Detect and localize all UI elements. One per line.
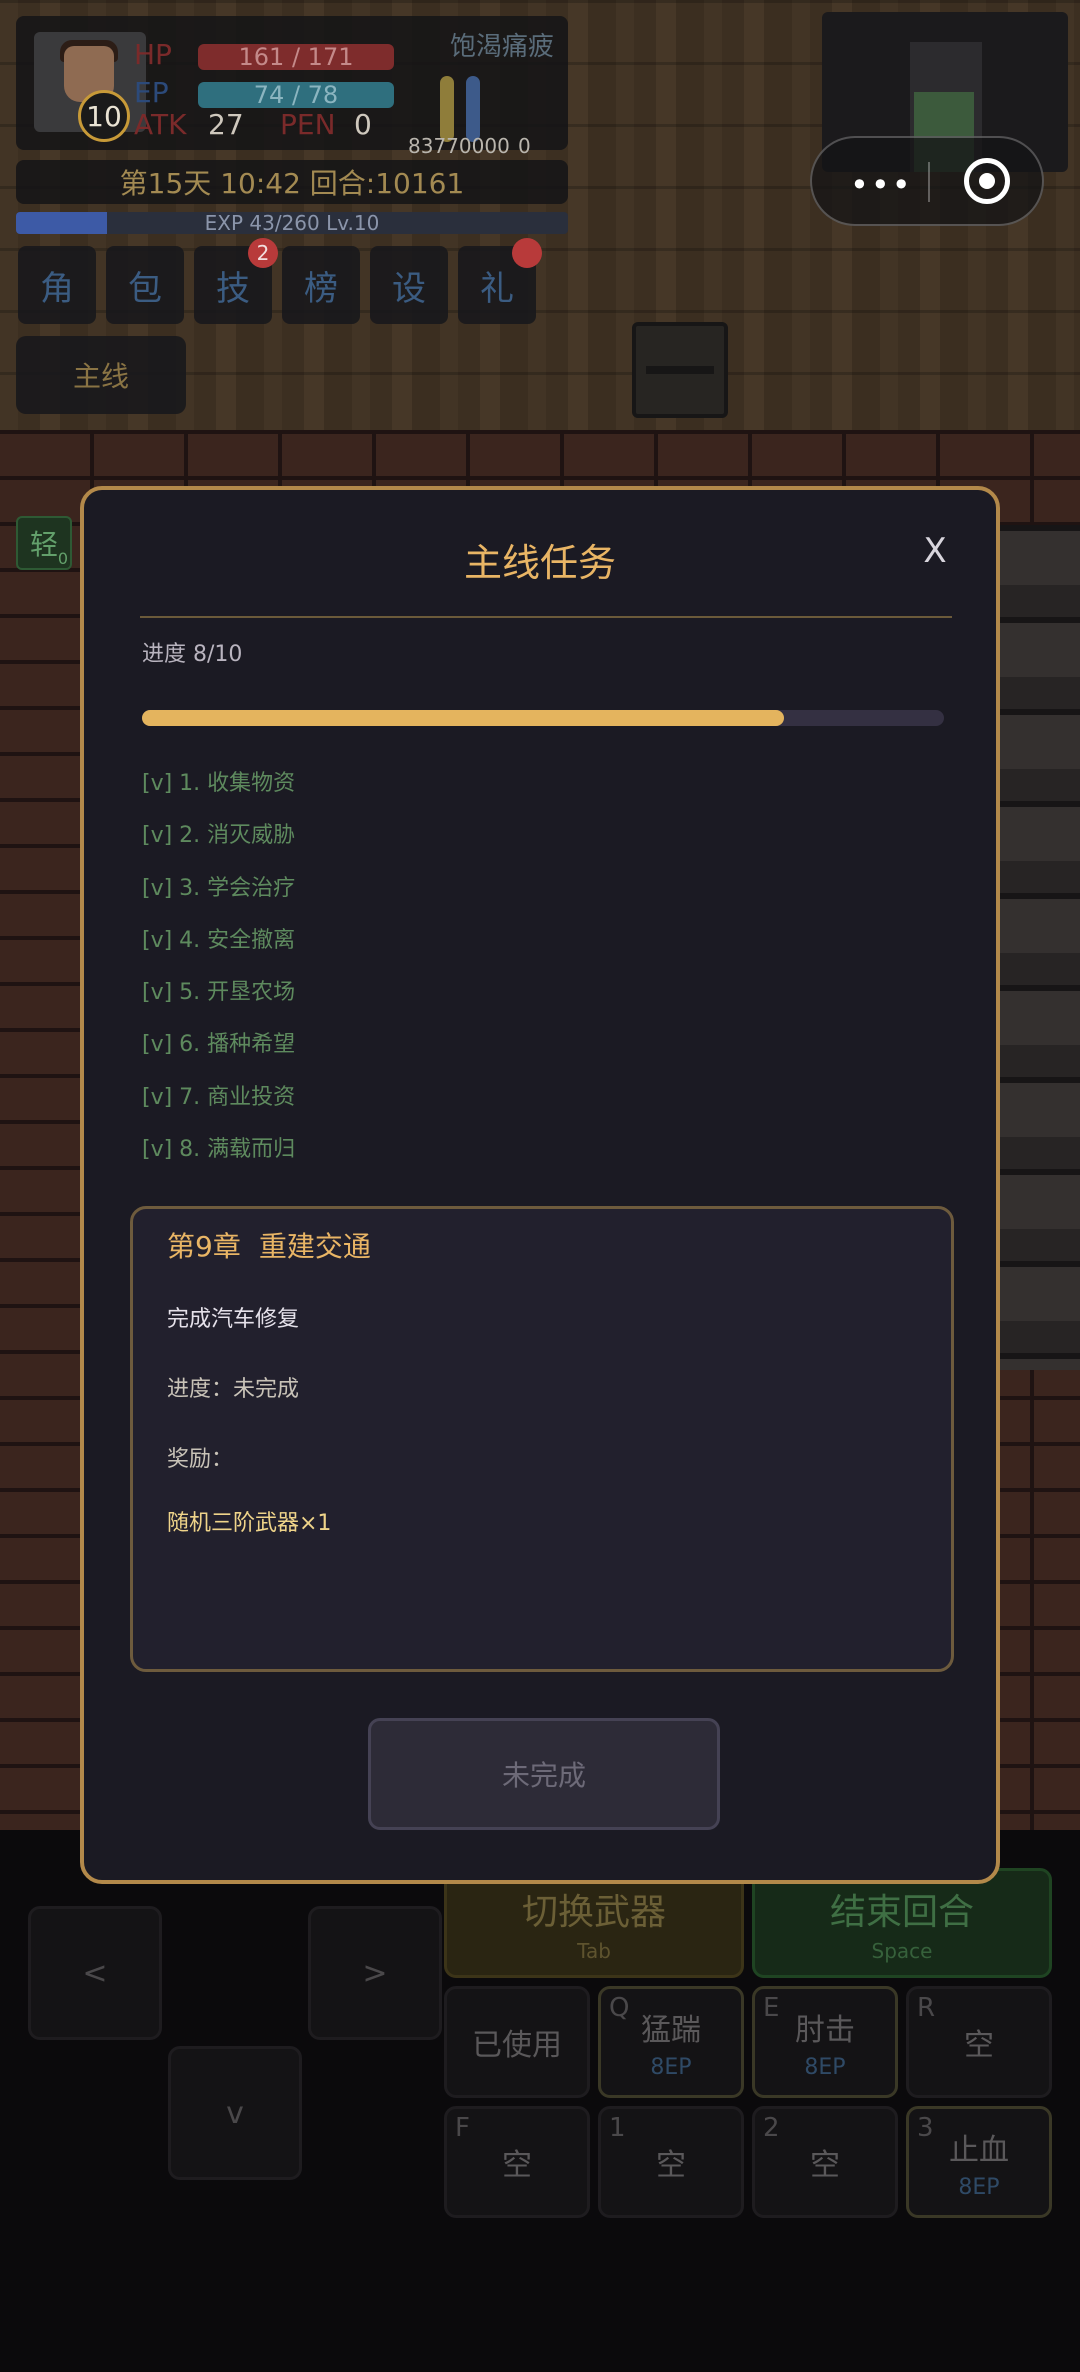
switch-weapon-button[interactable]: 切换武器 Tab: [444, 1868, 744, 1978]
task-item: [v] 7. 商业投资: [142, 1084, 296, 1110]
light-status-tag: 轻0: [16, 516, 72, 570]
quest-progress-fill: [142, 710, 784, 726]
completed-task-list: [v] 1. 收集物资 [v] 2. 消灭威胁 [v] 3. 学会治疗 [v] …: [142, 758, 295, 1176]
exp-text: EXP 43/260 Lv.10: [204, 212, 380, 234]
dialog-title: 主线任务: [463, 541, 616, 585]
hunger-bar: [440, 76, 454, 142]
mini-program-capsule: •••: [810, 136, 1044, 226]
current-chapter-card: 第9章 重建交通 完成汽车修复 进度：未完成 奖励： 随机三阶武器×1: [130, 1206, 954, 1672]
right-arrow-button[interactable]: >: [308, 1906, 442, 2040]
used-slot: 已使用: [444, 1986, 590, 2098]
close-program-icon[interactable]: [964, 158, 1010, 204]
control-panel: < > v 切换武器 Tab 结束回合 Space 已使用 Q 猛踹 8EP E 肘击…: [0, 1780, 1080, 2372]
skill-slot-q[interactable]: Q 猛踹 8EP: [598, 1986, 744, 2098]
day-turn-text: 第15天 10:42 回合:10161: [119, 167, 465, 200]
chapter-progress: 进度：未完成: [167, 1377, 300, 1402]
chapter-number: 第9章: [167, 1230, 241, 1263]
ranking-button[interactable]: 榜: [282, 246, 360, 324]
title-divider: [140, 616, 952, 618]
more-options-icon[interactable]: •••: [850, 166, 913, 204]
gift-button[interactable]: 礼: [458, 238, 542, 324]
task-item: [v] 5. 开垦农场: [142, 980, 296, 1006]
level-badge: 10: [78, 90, 130, 142]
hp-value: 161 / 171: [238, 43, 354, 71]
task-item: [v] 8. 满载而归: [142, 1137, 296, 1163]
task-item: [v] 6. 播种希望: [142, 1032, 296, 1058]
capsule-divider: [928, 162, 930, 202]
player-stats-panel: 10 HP 161 / 171 EP 74 / 78 ATK 27 PEN 0 …: [16, 16, 568, 158]
settings-button[interactable]: 设: [370, 246, 448, 324]
exp-bar: EXP 43/260 Lv.10: [16, 212, 568, 234]
item-slot-1[interactable]: 1空: [598, 2106, 744, 2218]
end-turn-label: 结束回合: [829, 1892, 974, 1933]
ep-bar: 74 / 78: [198, 82, 394, 108]
pen-value: 0: [354, 108, 372, 141]
ep-value: 74 / 78: [253, 81, 339, 109]
reward-label: 奖励：: [167, 1447, 234, 1472]
task-item: [v] 1. 收集物资: [142, 771, 296, 796]
atk-value: 27: [208, 108, 244, 141]
hp-bar: 161 / 171: [198, 44, 394, 70]
ep-label: EP: [134, 76, 169, 109]
item-slot-3[interactable]: 3 止血 8EP: [906, 2106, 1052, 2218]
claim-status-button[interactable]: 未完成: [368, 1718, 720, 1830]
hp-label: HP: [134, 38, 172, 71]
gift-badge: [512, 238, 542, 268]
quest-progress-bar: [142, 710, 944, 726]
switch-weapon-key: Tab: [577, 1939, 611, 1963]
item-slot-f[interactable]: F空: [444, 2106, 590, 2218]
task-item: [v] 4. 安全撤离: [142, 927, 296, 953]
main-quest-button[interactable]: 主线: [16, 336, 186, 414]
bag-button[interactable]: 包: [106, 246, 184, 324]
end-turn-key: Space: [871, 1939, 933, 1963]
chapter-name: 重建交通: [258, 1230, 371, 1263]
character-button[interactable]: 角: [18, 246, 96, 324]
main-quest-dialog: 主线任务 X 进度 8/10 [v] 1. 收集物资 [v] 2. 消灭威胁 […: [80, 486, 1000, 1884]
end-turn-button[interactable]: 结束回合 Space: [752, 1868, 1052, 1978]
survival-status-label: 饱渴痛疲: [450, 32, 555, 62]
status-number-left: 83770000: [408, 134, 510, 158]
day-turn-bar: 第15天 10:42 回合:10161: [16, 160, 568, 204]
quest-progress-label: 进度 8/10: [142, 642, 243, 667]
skill-slot-e[interactable]: E 肘击 8EP: [752, 1986, 898, 2098]
atk-label: ATK: [134, 108, 187, 141]
status-number-right: 0: [518, 134, 531, 158]
item-slot-2[interactable]: 2空: [752, 2106, 898, 2218]
task-item: [v] 3. 学会治疗: [142, 875, 296, 901]
switch-weapon-label: 切换武器: [521, 1892, 666, 1933]
chapter-description: 完成汽车修复: [167, 1307, 300, 1332]
chapter-title: 第9章 重建交通: [167, 1225, 371, 1265]
down-arrow-button[interactable]: v: [168, 2046, 302, 2180]
close-button[interactable]: X: [910, 526, 960, 576]
skills-badge: 2: [248, 238, 278, 268]
thirst-bar: [466, 76, 480, 142]
reward-item: 随机三阶武器×1: [167, 1511, 332, 1536]
skills-button[interactable]: 技2: [194, 238, 278, 324]
pen-label: PEN: [280, 108, 336, 141]
task-item: [v] 2. 消灭威胁: [142, 823, 296, 849]
skill-slot-r[interactable]: R空: [906, 1986, 1052, 2098]
left-arrow-button[interactable]: <: [28, 1906, 162, 2040]
